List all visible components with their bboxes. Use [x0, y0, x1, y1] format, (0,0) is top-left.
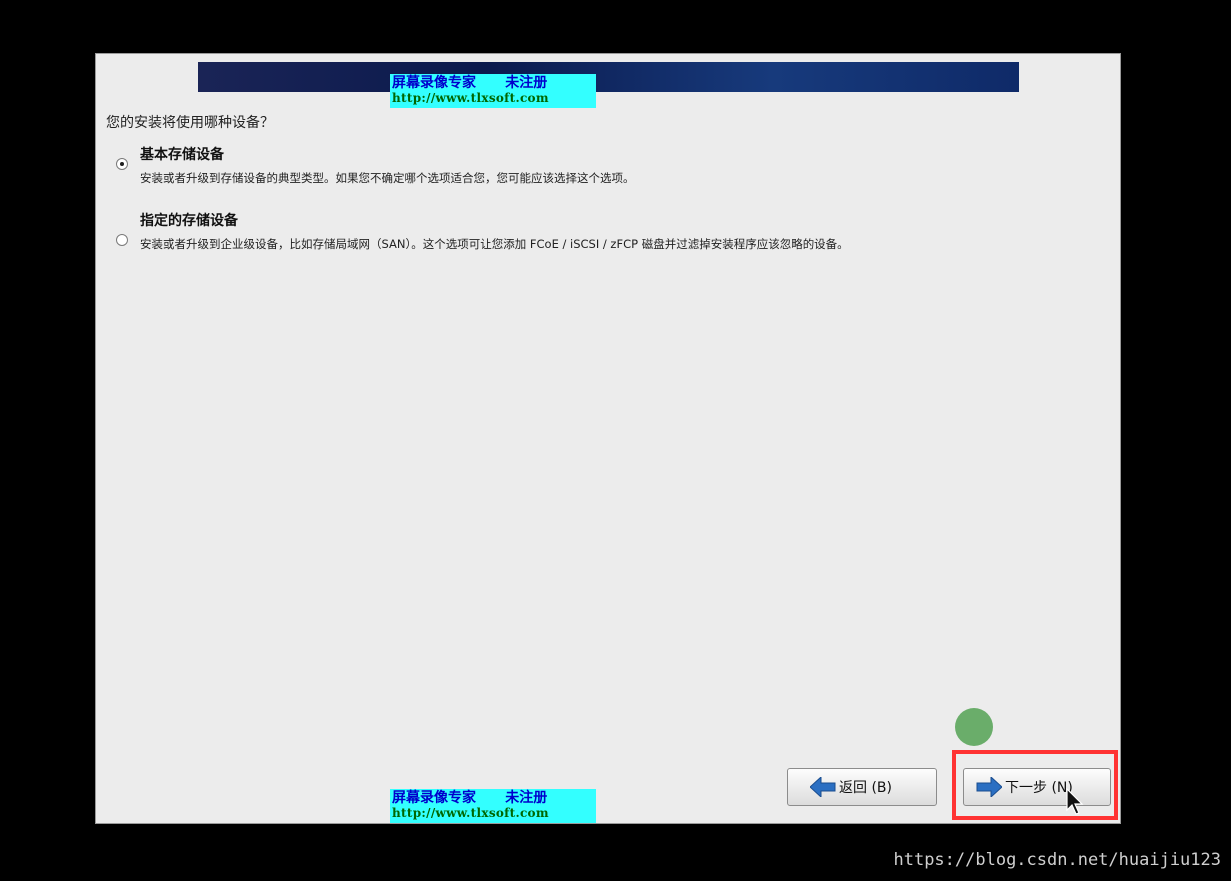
- highlight-box: [952, 750, 1118, 820]
- option-specialized-storage-description: 安装或者升级到企业级设备，比如存储局域网（SAN）。这个选项可让您添加 FCoE…: [140, 237, 849, 251]
- option-specialized-storage-title: 指定的存储设备: [140, 213, 238, 229]
- arrow-left-icon: [810, 777, 836, 797]
- watermark-url: http://www.tlxsoft.com: [392, 806, 549, 820]
- watermark-title: 屏幕录像专家 未注册: [392, 790, 548, 806]
- back-button-label: 返回 (B): [839, 780, 892, 796]
- back-button[interactable]: 返回 (B): [787, 768, 937, 806]
- radio-specialized-storage[interactable]: [116, 234, 128, 246]
- storage-question: 您的安装将使用哪种设备？: [106, 115, 274, 131]
- watermark-bottom: 屏幕录像专家 未注册 http://www.tlxsoft.com: [390, 789, 596, 823]
- header-banner: [198, 62, 1019, 92]
- mouse-cursor-icon: [1066, 788, 1084, 815]
- watermark-title: 屏幕录像专家 未注册: [392, 75, 548, 91]
- option-basic-storage-title: 基本存储设备: [140, 147, 224, 163]
- radio-basic-storage[interactable]: [116, 158, 128, 170]
- source-url: https://blog.csdn.net/huaijiu123: [893, 850, 1221, 870]
- option-basic-storage-description: 安装或者升级到存储设备的典型类型。如果您不确定哪个选项适合您，您可能应该选择这个…: [140, 171, 635, 185]
- click-marker: [955, 708, 993, 746]
- watermark-top: 屏幕录像专家 未注册 http://www.tlxsoft.com: [390, 74, 596, 108]
- watermark-url: http://www.tlxsoft.com: [392, 91, 549, 105]
